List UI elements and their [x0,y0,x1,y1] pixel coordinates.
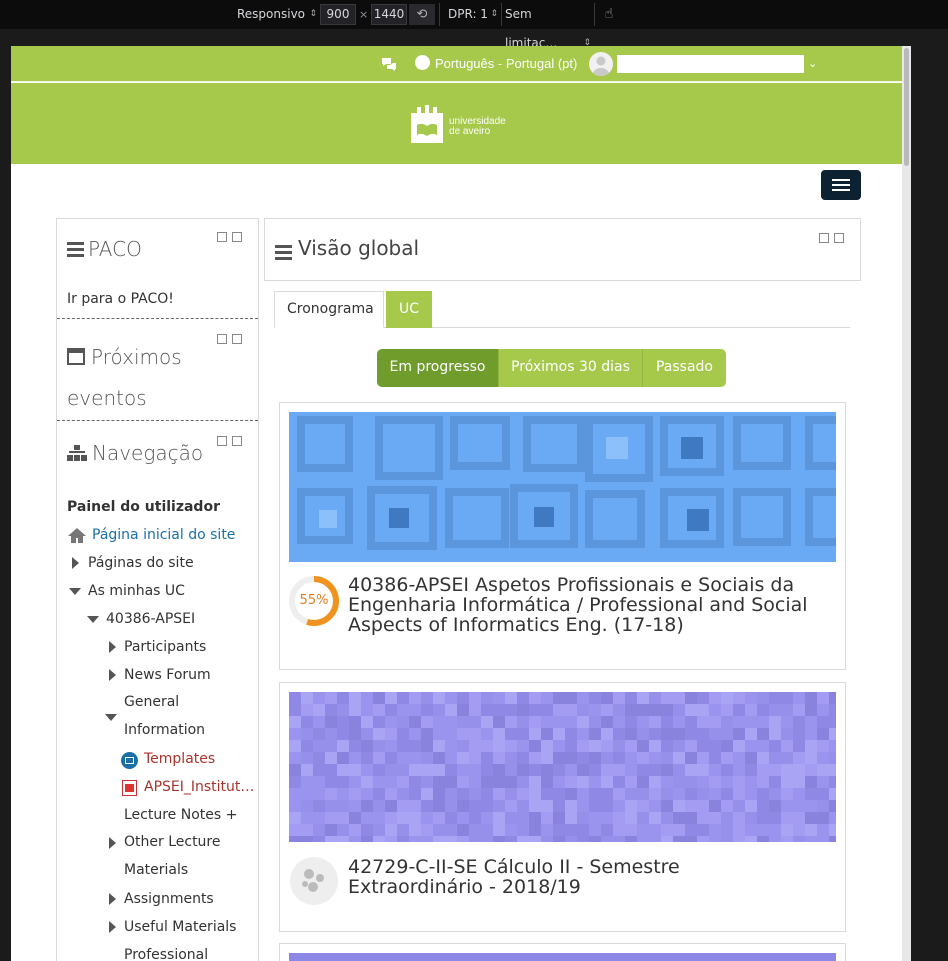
course-card[interactable]: 55% 40386-APSEI Aspetos Profissionais e … [279,402,846,670]
expand-icon[interactable] [217,334,227,344]
scrollbar-thumb[interactable] [904,48,909,166]
course-card[interactable] [279,943,846,961]
language-menu[interactable]: Português - Portugal (pt) [415,46,577,82]
dpr-select[interactable]: DPR: 1 [448,0,498,29]
general-line-2: Information [124,722,206,738]
nav-course-apsei[interactable]: 40386-APSEI [106,611,195,627]
paco-link[interactable]: Ir para o PACO! [67,291,174,307]
nav-my-courses[interactable]: As minhas UC [88,583,185,599]
course-name-link[interactable]: 42729-C-II-SE Cálculo II - Semestre Extr… [348,857,818,897]
nav-assignments[interactable]: Assignments [124,891,214,907]
events-title-line-2: eventos [67,386,147,410]
tab-courses[interactable]: UC [386,291,432,328]
nav-professional[interactable]: Professional [124,947,208,961]
home-icon [67,527,87,548]
course-card[interactable]: 42729-C-II-SE Cálculo II - Semestre Extr… [279,682,846,932]
block-title-paco: PACO [67,237,142,261]
filter-next-30-days[interactable]: Próximos 30 dias [498,349,642,387]
user-name-redacted[interactable] [617,55,804,73]
nav-templates[interactable]: Templates [144,751,215,767]
caret-right-icon[interactable] [109,837,116,849]
dock-icon[interactable] [232,334,242,344]
height-input[interactable]: 1440 [371,4,407,25]
caret-right-icon[interactable] [109,893,116,905]
nav-news-forum[interactable]: News Forum [124,667,211,683]
globe-icon [415,55,430,70]
paco-title-text: PACO [88,237,142,261]
logo-line-2: de aveiro [449,126,491,137]
responsive-toolbar: Responsivo 900 × 1440 ⟲ DPR: 1 Sem limit… [0,0,948,58]
events-title-line-1: Próximos [91,345,182,369]
collapse-icon[interactable] [819,233,829,243]
dock-icon[interactable] [232,232,242,242]
caret-down-icon[interactable] [105,714,117,721]
nav-general-information[interactable]: General Information [124,688,205,744]
caret-right-icon[interactable] [109,669,116,681]
navigation-title-text: Navegação [92,441,204,465]
course-image[interactable] [289,412,836,562]
course-icon [289,856,339,906]
course-progress-label: 55% [299,593,329,608]
course-progress-ring: 55% [289,576,339,626]
course-image[interactable] [289,953,836,961]
block-title-navigation: Navegação [67,441,203,465]
messages-icon[interactable] [381,46,397,82]
top-navbar: Português - Portugal (pt) ⌄ [11,46,911,82]
rotate-icon[interactable]: ⟲ [409,4,435,25]
dock-icon[interactable] [834,233,844,243]
caret-right-icon[interactable] [72,557,79,569]
collapse-icon[interactable] [217,232,227,242]
throttle-select[interactable]: Sem limitaç… [505,0,591,58]
nav-site-home[interactable]: Página inicial do site [92,527,235,543]
calendar-icon [67,348,85,365]
site-header: universidade de aveiro [11,83,911,164]
sitemap-icon [67,445,87,461]
page-viewport: Português - Portugal (pt) ⌄ universidade… [11,46,911,961]
caret-right-icon[interactable] [109,921,116,933]
nav-dashboard[interactable]: Painel do utilizador [67,499,220,515]
chevron-down-icon[interactable]: ⌄ [808,46,817,82]
pdf-icon [122,780,137,796]
bars-icon [67,242,84,257]
logo-text: universidade de aveiro [449,117,506,137]
general-line-1: General [124,694,180,710]
width-input[interactable]: 900 [320,4,356,25]
caret-down-icon[interactable] [87,616,99,623]
page-scrollbar[interactable] [902,46,911,961]
nav-participants[interactable]: Participants [124,639,206,655]
nav-lecture-notes[interactable]: Lecture Notes + [124,807,237,823]
dock-icon[interactable] [232,436,242,446]
course-overview-block: Visão global [264,218,861,281]
university-logo[interactable]: universidade de aveiro [409,105,519,145]
nav-useful-materials[interactable]: Useful Materials [124,919,236,935]
avatar[interactable] [589,52,613,76]
other-line-2: Materials [124,862,189,878]
course-name-link[interactable]: 40386-APSEI Aspetos Profissionais e Soci… [348,575,818,635]
caret-right-icon[interactable] [109,641,116,653]
page-title: Visão global [298,236,420,260]
dimension-separator: × [359,8,369,21]
nav-apsei-pdf[interactable]: APSEI_Institut… [144,779,254,795]
bars-icon [275,245,292,260]
throttle-select-label: Sem limitaç… [505,7,558,50]
left-sidebar: PACO Ir para o PACO! Próximos eventos Na… [56,218,259,961]
block-title-events: Próximos eventos [67,337,182,419]
tab-timeline[interactable]: Cronograma [274,291,384,328]
device-select[interactable]: Responsivo [237,0,317,29]
collapse-icon[interactable] [217,436,227,446]
language-label: Português - Portugal (pt) [435,56,578,71]
nav-other-lecture-materials[interactable]: Other Lecture Materials [124,828,221,884]
other-line-1: Other Lecture [124,834,221,850]
device-select-label: Responsivo [237,7,306,21]
menu-toggle-button[interactable] [821,170,861,200]
folder-icon [121,752,138,769]
filter-past[interactable]: Passado [642,349,726,387]
touch-simulation-icon[interactable]: ☝ [596,4,622,25]
logo-emblem-icon [411,105,443,143]
dpr-select-label: DPR: 1 [448,7,488,21]
caret-down-icon[interactable] [69,588,81,595]
course-image[interactable] [289,692,836,842]
nav-site-pages[interactable]: Páginas do site [88,555,194,571]
filter-in-progress[interactable]: Em progresso [377,349,498,387]
